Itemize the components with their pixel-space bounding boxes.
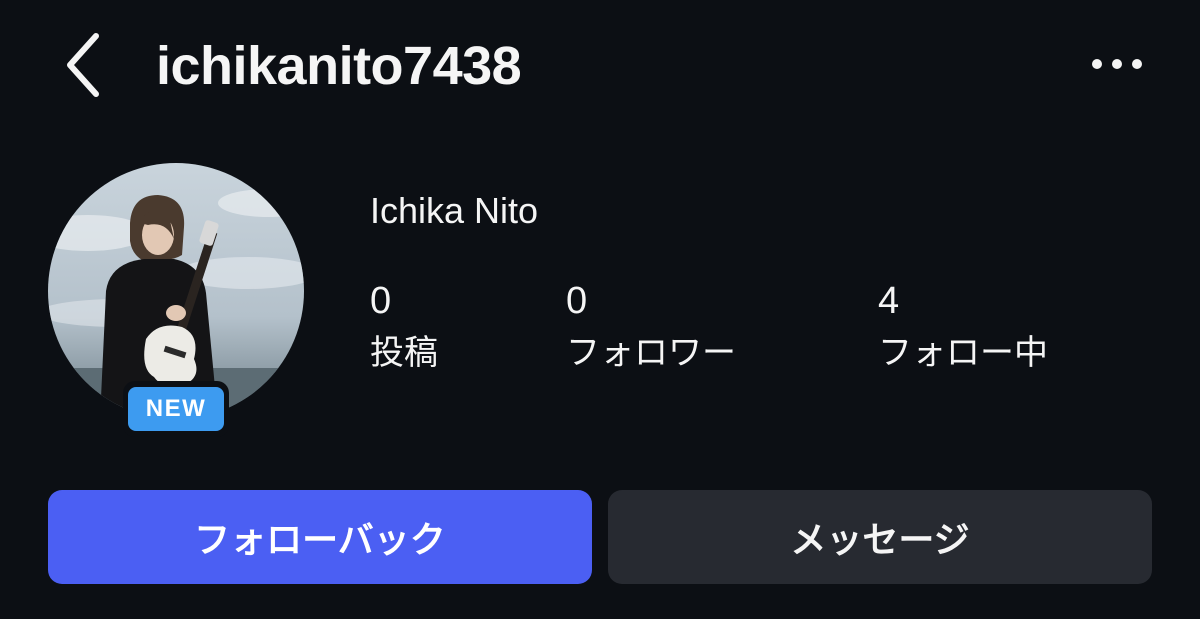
back-button[interactable] xyxy=(56,32,112,102)
more-options-button[interactable] xyxy=(1082,44,1152,88)
stat-followers-label: フォロワー xyxy=(566,334,736,372)
profile-display-name: Ichika Nito xyxy=(370,190,539,231)
stat-posts-value: 0 xyxy=(370,280,392,322)
stat-following-label: フォロー中 xyxy=(878,334,1048,372)
stat-posts[interactable]: 0 投稿 xyxy=(370,276,438,376)
chevron-left-icon xyxy=(64,30,104,105)
stat-posts-label: 投稿 xyxy=(370,334,438,372)
stat-followers[interactable]: 0 フォロワー xyxy=(566,276,736,376)
stat-following[interactable]: 4 フォロー中 xyxy=(878,276,1048,376)
profile-username: ichikanito7438 xyxy=(156,36,522,96)
message-button[interactable]: メッセージ xyxy=(608,490,1152,584)
more-horizontal-icon xyxy=(1089,57,1145,76)
new-badge: NEW xyxy=(123,381,229,437)
new-badge-label: NEW xyxy=(128,387,224,431)
stat-followers-value: 0 xyxy=(566,280,588,322)
stat-following-value: 4 xyxy=(878,280,900,322)
follow-back-button[interactable]: フォローバック xyxy=(48,490,592,584)
